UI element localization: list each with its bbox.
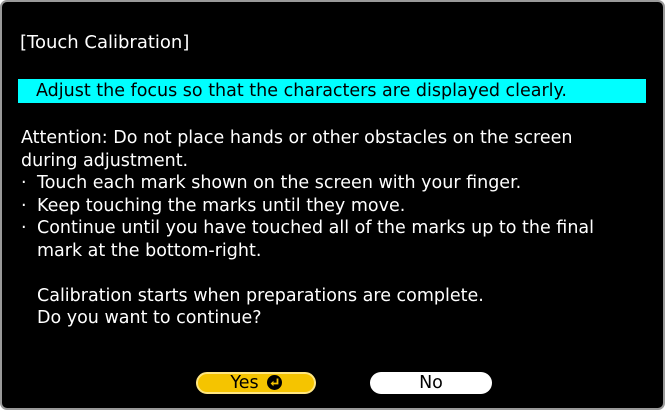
bullet-marker: ·	[21, 173, 27, 193]
bullet-marker: ·	[21, 218, 27, 238]
prompt-line-2: Do you want to continue?	[37, 308, 262, 328]
touch-calibration-dialog: [Touch Calibration] Adjust the focus so …	[0, 0, 665, 410]
bullet-text: Touch each mark shown on the screen with…	[37, 173, 522, 193]
attention-line-1: Attention: Do not place hands or other o…	[21, 128, 573, 148]
no-button-label: No	[419, 373, 443, 393]
enter-icon	[266, 375, 282, 390]
focus-instruction-banner: Adjust the focus so that the characters …	[18, 79, 646, 103]
bullet-text: Continue until you have touched all of t…	[37, 218, 594, 238]
bullet-marker: ·	[21, 195, 27, 216]
bullet-item-keep-touching: · Keep touching the marks until they move…	[21, 195, 661, 218]
dialog-title: [Touch Calibration]	[20, 32, 190, 53]
yes-button[interactable]: Yes	[196, 372, 316, 394]
bullet-text-continuation: mark at the bottom-right.	[37, 240, 262, 261]
bullet-item-touch-mark: · Touch each mark shown on the screen wit…	[21, 172, 661, 195]
no-button[interactable]: No	[370, 372, 492, 394]
bullet-item-continue: · Continue until you have touched all of …	[21, 217, 661, 240]
attention-line-2: during adjustment.	[21, 150, 189, 171]
prompt-line-1: Calibration starts when preparations are…	[37, 285, 484, 306]
bullet-text: Keep touching the marks until they move.	[37, 195, 406, 216]
yes-button-label: Yes	[230, 373, 259, 393]
dialog-body: Attention: Do not place hands or other o…	[21, 127, 661, 330]
